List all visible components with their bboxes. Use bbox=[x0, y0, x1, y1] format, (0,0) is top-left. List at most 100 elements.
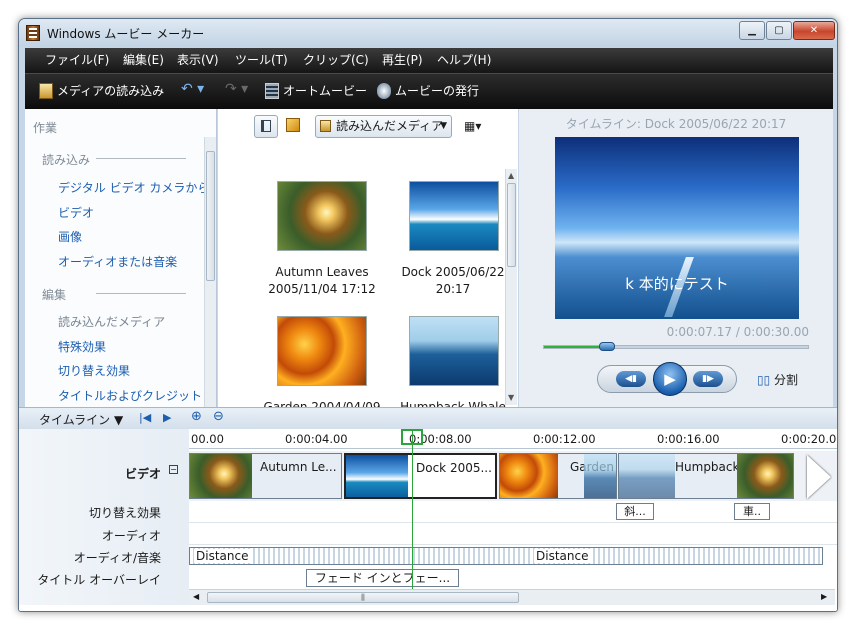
preview-caption: k 本的にテスト bbox=[625, 275, 729, 293]
folder-icon[interactable] bbox=[286, 118, 300, 132]
task-link-transitions[interactable]: 切り替え効果 bbox=[58, 362, 130, 379]
title-bar: Windows ムービー メーカー ▁ ▢ ✕ bbox=[19, 19, 837, 47]
track-label-video: ビデオ bbox=[124, 467, 161, 481]
task-link-effects[interactable]: 特殊効果 bbox=[58, 338, 106, 355]
tasks-scroll-thumb[interactable] bbox=[206, 151, 215, 281]
track-label-transitions: 切り替え効果 bbox=[88, 506, 161, 520]
task-link-video[interactable]: ビデオ bbox=[58, 204, 94, 221]
track-label-music: オーディオ/音楽 bbox=[73, 551, 161, 565]
window-title: Windows ムービー メーカー bbox=[47, 27, 205, 41]
collapse-icon[interactable]: − bbox=[169, 465, 178, 474]
automovie-label: オートムービー bbox=[283, 84, 368, 98]
tasks-header: 作業 bbox=[33, 121, 58, 135]
app-window: Windows ムービー メーカー ▁ ▢ ✕ ファイル(F) 編集(E) 表示… bbox=[18, 18, 838, 612]
title-overlay-clip[interactable]: フェード インとフェー... bbox=[306, 569, 459, 587]
scroll-right-icon[interactable]: ▶ bbox=[821, 592, 827, 601]
toolbar: メディアの読み込み ↶ ▾ ↷ ▾ オートムービー ムービーの発行 bbox=[25, 73, 833, 109]
task-link-titles-credits[interactable]: タイトルおよびクレジット bbox=[58, 387, 202, 404]
media-thumbnail-dock[interactable] bbox=[409, 181, 499, 251]
transition-clip[interactable]: 斜... bbox=[616, 503, 654, 520]
clip-thumbnail bbox=[346, 455, 408, 497]
automovie-icon bbox=[265, 83, 279, 99]
music-clip-name: Distance bbox=[194, 549, 251, 563]
automovie-button[interactable]: オートムービー bbox=[265, 83, 367, 99]
tick-label: 0:00:20.0 bbox=[781, 432, 837, 446]
view-options-button[interactable]: ▦▾ bbox=[464, 119, 481, 133]
seek-bar[interactable] bbox=[543, 342, 809, 351]
menu-edit[interactable]: 編集(E) bbox=[123, 48, 164, 73]
split-label: 分割 bbox=[774, 373, 799, 387]
redo-button[interactable]: ↷ ▾ bbox=[225, 81, 248, 97]
preview-title: タイムライン: Dock 2005/06/22 20:17 bbox=[565, 117, 787, 131]
timeline-scroll-thumb[interactable]: ⫼ bbox=[207, 592, 519, 603]
media-thumbnail-garden[interactable] bbox=[277, 316, 367, 386]
media-scrollbar[interactable]: ▲ ▼ bbox=[505, 169, 517, 405]
tick-label: 00.00 bbox=[191, 432, 224, 446]
media-thumbnail-autumn[interactable] bbox=[277, 181, 367, 251]
menu-help[interactable]: ヘルプ(H) bbox=[437, 48, 491, 73]
seek-progress bbox=[544, 346, 608, 348]
menu-view[interactable]: 表示(V) bbox=[177, 48, 219, 73]
preview-time: 0:00:07.17 / 0:00:30.00 bbox=[666, 325, 809, 339]
split-button[interactable]: ▯▯ 分割 bbox=[757, 371, 798, 388]
zoom-out-icon[interactable]: ⊖ bbox=[213, 409, 224, 424]
import-label: メディアの読み込み bbox=[57, 84, 165, 98]
menu-bar: ファイル(F) 編集(E) 表示(V) ツール(T) クリップ(C) 再生(P)… bbox=[25, 48, 833, 73]
menu-play[interactable]: 再生(P) bbox=[382, 48, 423, 73]
media-caption-dock: Dock 2005/06/22 20:17 bbox=[383, 264, 523, 298]
import-section-header: 読み込み bbox=[42, 153, 187, 167]
timeline-toolbar: タイムライン ▼ |◀ ▶ ⊕ ⊖ bbox=[19, 407, 837, 429]
collection-dropdown[interactable]: 読み込んだメディア ▼ bbox=[315, 115, 452, 138]
time-ruler[interactable]: 00.00 0:00:04.00 0:00:08.00 0:00:12.00 0… bbox=[189, 429, 837, 449]
import-media-button[interactable]: メディアの読み込み bbox=[39, 83, 164, 99]
preview-monitor: タイムライン: Dock 2005/06/22 20:17 k 本的にテスト 0… bbox=[519, 109, 833, 407]
next-frame-button[interactable]: ▮▶ bbox=[693, 371, 723, 387]
media-date: 20:17 bbox=[435, 282, 471, 296]
video-clip-whale[interactable]: Humpback... bbox=[618, 453, 794, 499]
task-link-imported-media[interactable]: 読み込んだメディア bbox=[58, 313, 165, 330]
video-clip-garden[interactable]: Garden 20... bbox=[499, 453, 617, 499]
tasks-scrollbar[interactable] bbox=[204, 137, 216, 407]
task-link-pictures[interactable]: 画像 bbox=[58, 228, 82, 245]
video-clip-dock[interactable]: Dock 2005... bbox=[344, 453, 497, 499]
title-overlay-track: フェード インとフェー... bbox=[189, 567, 837, 589]
music-clip[interactable]: Distance Distance bbox=[189, 547, 823, 565]
play-button[interactable]: ▶ bbox=[653, 362, 687, 396]
media-thumbnail-whale[interactable] bbox=[409, 316, 499, 386]
timeline-dropdown[interactable]: タイムライン ▼ bbox=[39, 411, 123, 428]
playhead[interactable] bbox=[412, 429, 413, 603]
transition-clip[interactable]: 車.. bbox=[734, 503, 770, 520]
timeline-scrollbar[interactable]: ◀ ⫼ ▶ bbox=[189, 589, 835, 605]
zoom-in-icon[interactable]: ⊕ bbox=[191, 409, 202, 424]
scroll-up-icon[interactable]: ▲ bbox=[508, 171, 514, 180]
undo-button[interactable]: ↶ ▾ bbox=[181, 81, 204, 97]
transition-overlap bbox=[737, 454, 793, 498]
scroll-down-icon[interactable]: ▼ bbox=[508, 393, 514, 402]
scroll-left-icon[interactable]: ◀ bbox=[193, 592, 199, 601]
publish-movie-button[interactable]: ムービーの発行 bbox=[377, 83, 479, 99]
publish-label: ムービーの発行 bbox=[395, 84, 480, 98]
seek-thumb[interactable] bbox=[599, 342, 616, 351]
clip-name: Dock 2005... bbox=[416, 461, 492, 475]
video-clip-autumn[interactable]: Autumn Le... bbox=[189, 453, 342, 499]
menu-tools[interactable]: ツール(T) bbox=[235, 48, 288, 73]
menu-file[interactable]: ファイル(F) bbox=[45, 48, 109, 73]
task-link-dv-camera[interactable]: デジタル ビデオ カメラから bbox=[58, 179, 209, 196]
previous-frame-button[interactable]: ◀▮ bbox=[616, 371, 646, 387]
music-track: Distance Distance bbox=[189, 545, 837, 567]
clip-thumbnail bbox=[190, 454, 252, 498]
music-clip-name: Distance bbox=[534, 549, 591, 563]
play-timeline-icon[interactable]: ▶ bbox=[163, 411, 171, 424]
details-view-icon bbox=[261, 120, 271, 132]
task-link-audio-music[interactable]: オーディオまたは音楽 bbox=[58, 253, 177, 270]
minimize-button[interactable]: ▁ bbox=[739, 21, 765, 40]
close-button[interactable]: ✕ bbox=[793, 21, 835, 40]
details-view-button[interactable] bbox=[254, 115, 278, 138]
maximize-button[interactable]: ▢ bbox=[766, 21, 792, 40]
audio-track bbox=[189, 523, 837, 545]
menu-clip[interactable]: クリップ(C) bbox=[303, 48, 369, 73]
rewind-icon[interactable]: |◀ bbox=[139, 411, 151, 424]
media-scroll-thumb[interactable] bbox=[507, 183, 516, 267]
timeline: タイムライン ▼ |◀ ▶ ⊕ ⊖ ビデオ − 切り替え効果 オーディオ オーデ… bbox=[19, 407, 837, 611]
media-name: Dock 2005/06/22 bbox=[401, 265, 505, 279]
